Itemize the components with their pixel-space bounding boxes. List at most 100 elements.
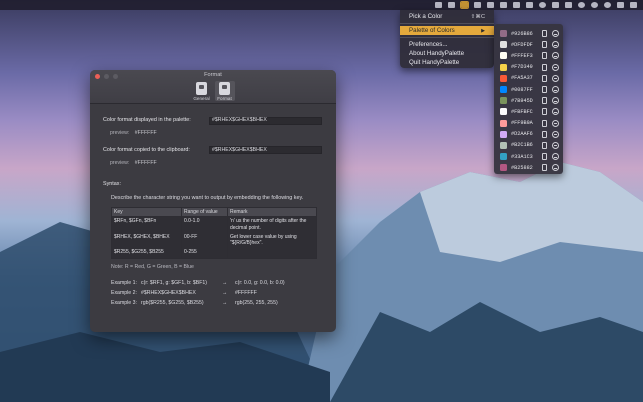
color-hex-label: #7B945D [511,97,533,104]
color-hex-label: #FFFEF3 [511,52,533,59]
copy-icon[interactable] [542,30,547,38]
remove-icon[interactable] [552,119,559,127]
palette-row[interactable]: #D2AAF6 [494,129,563,140]
tab-general[interactable]: General [192,81,212,101]
table-cell: 0.0-1.0 [181,216,228,233]
siri-icon[interactable] [578,2,585,8]
remove-icon[interactable] [552,164,559,172]
copy-icon[interactable] [542,119,547,127]
bluetooth-icon[interactable] [552,2,559,8]
copy-icon[interactable] [542,153,547,161]
palette-row[interactable]: #DFDFDF [494,39,563,50]
menu-item-palette-of-colors[interactable]: Palette of Colors ▶ [400,26,494,35]
color-swatch [500,130,507,138]
palette-row[interactable]: #B25882 [494,162,563,173]
copy-icon[interactable] [542,141,547,149]
format-icon [219,82,230,95]
color-hex-label: #DFDFDF [511,41,533,48]
format-content: Color format displayed in the palette: #… [90,104,336,308]
color-swatch [500,86,507,94]
color-hex-label: #B25882 [511,164,533,171]
palette-row[interactable]: #B2C1B6 [494,140,563,151]
color-swatch [500,119,507,127]
menu-icon[interactable] [630,2,637,8]
table-cell: 0-255 [181,247,228,260]
column-header-key: Key [111,206,182,217]
clipboard-format-input[interactable]: #$RHEX$GHEX$BHEX [209,146,322,154]
color-hex-label: #926B86 [511,30,533,37]
remove-icon[interactable] [552,97,559,105]
palette-row[interactable]: #0087FF [494,84,563,95]
user-icon[interactable] [604,2,611,8]
wifi-icon[interactable] [539,2,546,8]
remove-icon[interactable] [552,130,559,138]
example-label: Example 2: [111,289,137,296]
remove-icon[interactable] [552,52,559,60]
menu-item-preferences[interactable]: Preferences... [400,40,494,49]
palette-row[interactable]: #FA5A37 [494,73,563,84]
palette-submenu: #926B86 #DFDFDF #FFFEF3 #F7D349 #FA5A37 #0087… [494,24,563,174]
copy-icon[interactable] [542,108,547,116]
display-icon[interactable] [513,2,520,8]
column-header-range: Range of value [181,206,228,217]
color-swatch [500,63,507,71]
remove-icon[interactable] [552,41,559,49]
palette-row[interactable]: #7B945D [494,95,563,106]
copy-icon[interactable] [542,52,547,60]
copy-icon[interactable] [542,164,547,172]
copy-icon[interactable] [542,63,547,71]
list-icon[interactable] [617,2,624,8]
arrow-right-icon: → [222,299,228,306]
palette-row[interactable]: #33A1C3 [494,151,563,162]
clipboard-preview: preview: #FFFFFF [103,160,336,167]
menu-item-about[interactable]: About HandyPalette [400,49,494,58]
volume-icon[interactable] [565,2,572,8]
toolbar-tabs: General Format [90,81,336,101]
example-label: Example 3: [111,299,137,306]
remove-icon[interactable] [552,141,559,149]
copy-icon[interactable] [542,97,547,105]
table-cell: 00-FF [181,232,228,248]
table-row: $RHEX, $GHEX, $BHEX 00-FF Get lower case… [111,232,317,248]
copy-icon[interactable] [542,130,547,138]
table-cell: 'n' us the number of digits after the de… [227,216,317,233]
palette-row[interactable]: #FF9B9A [494,118,563,129]
remove-icon[interactable] [552,108,559,116]
arrow-right-icon: → [222,279,228,286]
menu-item-label: Quit HandyPalette [409,59,460,66]
color-hex-label: #F7D349 [511,64,533,71]
palette-row[interactable]: #926B86 [494,28,563,39]
table-cell: $R255, $G255, $B255 [111,247,182,260]
menu-item-pick-color[interactable]: Pick a Color ⇧⌘C [400,12,494,21]
grid-icon[interactable] [500,2,507,8]
copy-icon[interactable] [542,74,547,82]
arrow-right-icon: → [222,289,228,296]
search-icon[interactable] [591,2,598,8]
palette-row[interactable]: #F7D349 [494,62,563,73]
remove-icon[interactable] [552,153,559,161]
remove-icon[interactable] [552,74,559,82]
color-swatch [500,164,507,172]
cloud-icon[interactable] [487,2,494,8]
menu-item-quit[interactable]: Quit HandyPalette [400,58,494,67]
palette-format-row: Color format displayed in the palette: #… [103,116,336,125]
remove-icon[interactable] [552,63,559,71]
remove-icon[interactable] [552,86,559,94]
general-icon [196,82,207,95]
example-row: Example 2: #$RHEX$GHEX$BHEX → #FFFFFF [111,288,336,298]
palette-format-input[interactable]: #$RHEX$GHEX$BHEX [209,116,322,125]
palette-row[interactable]: #FFFEF3 [494,50,563,61]
color-hex-label: #FF9B9A [511,120,533,127]
window-titlebar: Format General Format [90,70,336,104]
window-title: Format [204,72,222,78]
notification-icon[interactable] [435,2,442,8]
tab-format[interactable]: Format [214,81,235,101]
handypalette-icon[interactable] [460,1,469,9]
copy-icon[interactable] [542,86,547,94]
chat-icon[interactable] [474,2,481,8]
palette-row[interactable]: #FBFBFC [494,106,563,117]
battery-icon[interactable] [526,2,533,8]
dropbox-icon[interactable] [448,2,455,8]
remove-icon[interactable] [552,30,559,38]
copy-icon[interactable] [542,41,547,49]
